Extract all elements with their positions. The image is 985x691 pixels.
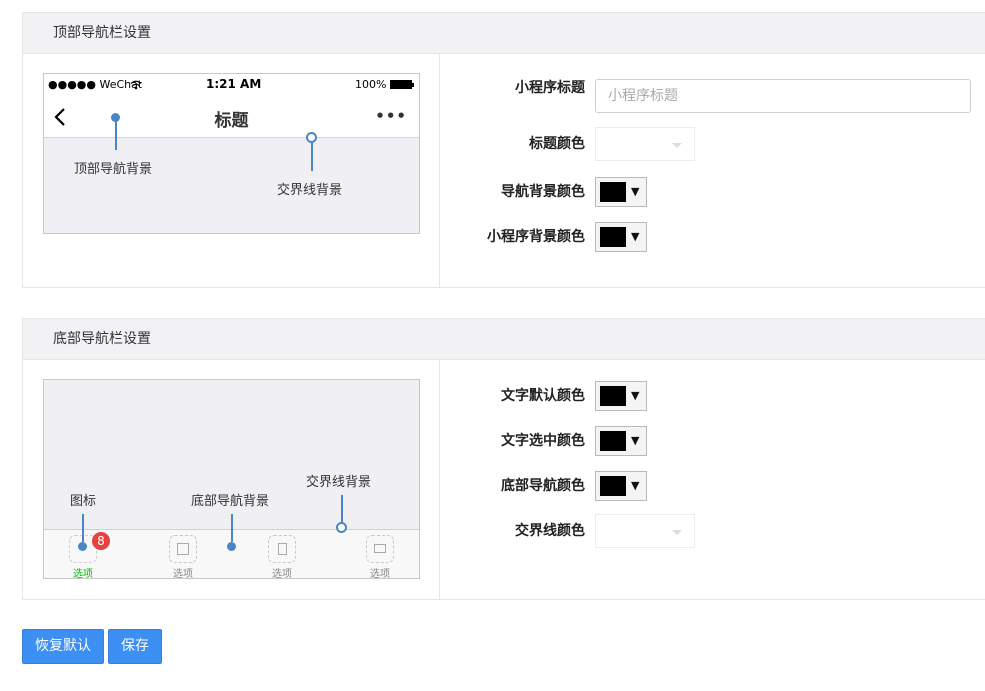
top-nav-settings-panel: 顶部导航栏设置 ●●●●● WeChat 1:21 AM 100% 标题 •••… [22, 12, 985, 288]
bottom-form-column: 文字默认颜色 ▼ 文字选中颜色 ▼ 底部导航颜色 ▼ 交界线颜色 [440, 360, 985, 600]
top-phone-preview: ●●●●● WeChat 1:21 AM 100% 标题 ••• 顶部导航背景 … [43, 73, 420, 234]
top-preview-column: ●●●●● WeChat 1:21 AM 100% 标题 ••• 顶部导航背景 … [23, 54, 440, 288]
chevron-down-icon [672, 143, 682, 148]
nav-title: 标题 [214, 111, 249, 131]
mp-bg-color-picker[interactable]: ▼ [595, 222, 647, 252]
mp-title-row: 小程序标题 [440, 79, 985, 113]
mp-bg-color-label: 小程序背景颜色 [487, 229, 585, 245]
status-time: 1:21 AM [206, 77, 262, 91]
icon-annotation: 图标 [70, 494, 97, 509]
tab-item-4[interactable]: 选项 [350, 530, 410, 579]
top-nav-settings-title: 顶部导航栏设置 [23, 13, 985, 54]
divider-marker-line [311, 142, 313, 171]
tab-icon [366, 535, 394, 563]
bottom-phone-preview: 交界线背景 图标 底部导航背景 8 选项 选项 选项 选项 [43, 379, 420, 579]
bottom-preview-column: 交界线背景 图标 底部导航背景 8 选项 选项 选项 选项 [23, 360, 440, 600]
title-color-row: 标题颜色 [440, 127, 985, 161]
restore-default-button[interactable]: 恢复默认 [22, 629, 104, 664]
bottom-nav-settings-title: 底部导航栏设置 [23, 319, 985, 360]
divider-marker-ring [336, 522, 347, 533]
divider-annotation: 交界线背景 [306, 475, 372, 490]
mp-title-label: 小程序标题 [515, 80, 585, 96]
caret-down-icon: ▼ [631, 185, 640, 198]
text-default-color-picker[interactable]: ▼ [595, 381, 647, 411]
tab-bg-color-picker[interactable]: ▼ [595, 471, 647, 501]
text-selected-color-row: 文字选中颜色 ▼ [440, 424, 985, 458]
divider-color-row: 交界线颜色 [440, 514, 985, 548]
wifi-icon [130, 80, 142, 90]
mp-bg-color-row: 小程序背景颜色 ▼ [440, 220, 985, 254]
tab-icon [169, 535, 197, 563]
color-swatch [600, 227, 626, 247]
tab-label: 选项 [173, 569, 193, 579]
tab-label: 选项 [272, 569, 292, 579]
title-color-select[interactable] [595, 127, 695, 161]
caret-down-icon: ▼ [631, 389, 640, 402]
nav-bg-annotation: 顶部导航背景 [74, 162, 153, 177]
chevron-down-icon [672, 530, 682, 535]
divider-color-select[interactable] [595, 514, 695, 548]
text-selected-color-picker[interactable]: ▼ [595, 426, 647, 456]
icon-marker-dot [78, 542, 87, 551]
text-default-color-row: 文字默认颜色 ▼ [440, 379, 985, 413]
tab-bg-color-row: 底部导航颜色 ▼ [440, 469, 985, 503]
tab-item-3[interactable]: 选项 [252, 530, 312, 579]
bottom-nav-settings-panel: 底部导航栏设置 交界线背景 图标 底部导航背景 8 选项 选项 选项 选项 文字… [22, 318, 985, 600]
caret-down-icon: ▼ [631, 479, 640, 492]
battery-tip [412, 83, 414, 87]
tab-bg-marker-line [231, 514, 233, 542]
tab-bg-marker-dot [227, 542, 236, 551]
caret-down-icon: ▼ [631, 230, 640, 243]
tab-icon [268, 535, 296, 563]
color-swatch [600, 476, 626, 496]
tab-item-2[interactable]: 选项 [153, 530, 213, 579]
color-swatch [600, 386, 626, 406]
text-default-color-label: 文字默认颜色 [501, 388, 585, 404]
nav-bg-color-label: 导航背景颜色 [501, 184, 585, 200]
more-icon: ••• [375, 107, 407, 125]
text-selected-color-label: 文字选中颜色 [501, 433, 585, 449]
color-swatch [600, 182, 626, 202]
divider-annotation: 交界线背景 [277, 183, 343, 198]
tab-bg-color-label: 底部导航颜色 [501, 478, 585, 494]
nav-bg-color-picker[interactable]: ▼ [595, 177, 647, 207]
icon-marker-line [82, 514, 84, 542]
top-form-column: 小程序标题 标题颜色 导航背景颜色 ▼ 小程序背景颜色 ▼ [440, 54, 985, 288]
tab-label: 选项 [370, 569, 390, 579]
nav-bg-marker-line [115, 120, 117, 150]
battery-percent: 100% [355, 78, 387, 91]
caret-down-icon: ▼ [631, 434, 640, 447]
nav-bg-color-row: 导航背景颜色 ▼ [440, 175, 985, 209]
tab-bg-annotation: 底部导航背景 [191, 494, 270, 509]
badge: 8 [92, 532, 110, 550]
status-bar: ●●●●● WeChat 1:21 AM 100% [44, 74, 419, 96]
save-button[interactable]: 保存 [108, 629, 162, 664]
nav-bar: 标题 ••• [44, 96, 419, 138]
title-color-label: 标题颜色 [529, 136, 585, 152]
battery-icon [390, 80, 412, 89]
divider-color-label: 交界线颜色 [515, 523, 585, 539]
color-swatch [600, 431, 626, 451]
carrier-signal: ●●●●● WeChat [48, 78, 143, 91]
mp-title-input[interactable] [595, 79, 971, 113]
tab-label: 选项 [73, 569, 93, 579]
divider-marker-line [341, 495, 343, 523]
